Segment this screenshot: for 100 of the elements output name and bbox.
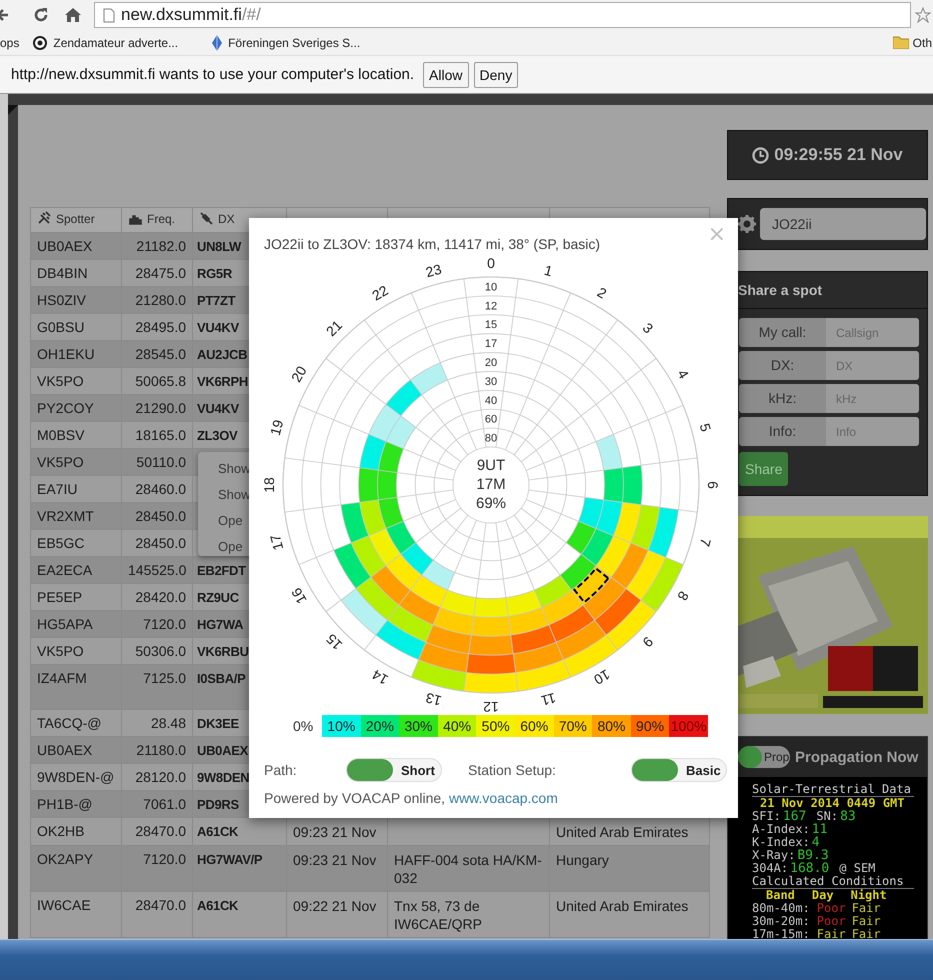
spotter-cell: PE5EP — [37, 589, 82, 605]
legend-item: 50% — [476, 715, 515, 737]
frequency-label: 15 — [484, 319, 498, 332]
frequency-label: 20 — [484, 357, 498, 369]
legend-item: 80% — [592, 715, 631, 737]
hour-label: 13 — [424, 690, 444, 710]
spotter-icon — [37, 211, 52, 226]
spotter-cell: OH1EKU — [37, 346, 95, 362]
toggle-switch[interactable]: Prop — [738, 746, 790, 768]
dx-cell: VK6RPH — [197, 374, 248, 389]
legend-item: 0% — [293, 718, 314, 734]
hour-label: 10 — [591, 666, 613, 688]
dx-icon — [199, 211, 214, 226]
time-cell: 09:23 21 Nov — [293, 852, 376, 868]
dx-cell: AU2JCB — [197, 347, 248, 362]
hour-label: 17 — [266, 532, 286, 552]
hour-label: 6 — [705, 481, 721, 489]
hour-label: 14 — [369, 666, 391, 688]
frequency-cell: 21180.0 — [136, 742, 186, 758]
hour-label: 9 — [640, 634, 656, 650]
dx-cell: A61CK — [197, 824, 238, 839]
frequency-cell: 7061.0 — [143, 796, 186, 812]
hour-label: 3 — [640, 320, 656, 336]
hour-label: 18 — [261, 477, 277, 493]
frequency-cell: 18165.0 — [135, 427, 186, 443]
hour-label: 15 — [322, 630, 346, 654]
frequency-cell: 50110.0 — [136, 454, 186, 470]
reload-icon[interactable] — [32, 6, 50, 24]
dx-cell: HG7WAV/P — [197, 852, 262, 867]
page-icon — [103, 8, 115, 22]
spotter-cell: M0BSV — [37, 427, 84, 443]
time-cell: 09:23 21 Nov — [293, 824, 376, 840]
locator-field[interactable]: JO22ii — [760, 208, 926, 240]
toggle-label: Station Setup: — [468, 762, 557, 778]
frequency-cell: 7120.0 — [143, 616, 186, 632]
corner-triangle-icon — [8, 105, 18, 115]
toggle-switch[interactable]: Basic — [631, 758, 727, 782]
spotter-cell: IW6CAE — [37, 897, 91, 913]
frequency-cell: 28545.0 — [135, 346, 186, 362]
hour-label: 20 — [288, 363, 310, 385]
solar-title: Solar-Terrestrial Data — [752, 783, 914, 797]
dx-cell: PD9RS — [197, 797, 239, 812]
spotter-cell: OK2APY — [37, 851, 94, 867]
country-cell: United Arab Emirates — [556, 898, 688, 914]
star-icon[interactable] — [915, 7, 931, 23]
legend-item: 90% — [630, 715, 670, 737]
hour-label: 4 — [674, 366, 692, 382]
diamond-icon — [212, 34, 222, 50]
dx-cell: VU4KV — [197, 401, 239, 416]
spotter-cell: HG5APA — [37, 616, 93, 632]
frequency-label: 17 — [484, 338, 498, 350]
address-field[interactable]: new.dxsummit.fi/#/ — [94, 2, 911, 28]
frequency-cell: 28420.0 — [135, 589, 186, 605]
legend-item: 100% — [669, 715, 708, 737]
legend-item: 60% — [514, 715, 554, 737]
spotter-cell: EA7IU — [37, 481, 78, 497]
frequency-cell: 28495.0 — [135, 319, 186, 335]
bookmark[interactable]: Zendamateur adverte... — [33, 36, 178, 50]
hour-label: 23 — [424, 260, 444, 280]
settings-icon[interactable] — [738, 215, 756, 233]
infobar-button[interactable]: Allow — [423, 62, 469, 88]
hour-label: 0 — [487, 255, 495, 271]
bookmark[interactable]: Föreningen Sveriges S... — [212, 34, 360, 50]
folder-icon — [892, 36, 909, 49]
spotter-cell: OK2HB — [37, 823, 84, 839]
frequency-label: 10 — [484, 281, 498, 294]
infobar-button[interactable]: Deny — [474, 62, 518, 88]
frequency-cell: 145525.0 — [128, 562, 186, 578]
reading-label: 304A: — [752, 861, 788, 875]
frequency-cell: 28120.0 — [135, 769, 186, 785]
center-label: 9UT — [476, 457, 506, 474]
spotter-cell: EB5GC — [37, 535, 84, 551]
frequency-label: 30 — [484, 376, 498, 388]
spotter-cell: PY2COY — [37, 400, 94, 416]
home-icon[interactable] — [64, 6, 82, 24]
frequency-cell: 21280.0 — [135, 292, 186, 308]
frequency-label: 40 — [484, 394, 498, 407]
bookmark[interactable]: ops — [0, 36, 20, 50]
bookmark[interactable]: Oth — [892, 36, 932, 50]
hour-label: 8 — [674, 588, 692, 604]
hour-label: 7 — [696, 536, 714, 548]
dx-cell: RZ9UC — [197, 590, 239, 605]
reading-value: 4 — [812, 835, 820, 850]
toggle-switch[interactable]: Short — [346, 758, 442, 782]
reading-label: K-Index: — [752, 835, 810, 849]
column-header: Day — [812, 888, 834, 902]
frequency-label: 12 — [484, 300, 498, 312]
frequency-cell: 28470.0 — [135, 897, 186, 913]
field-label: DX: — [739, 351, 826, 380]
condition-value: Poor — [816, 914, 846, 928]
spotter-cell: DB4BIN — [37, 265, 88, 281]
hour-label: 19 — [266, 418, 286, 438]
frequency-cell: 28470.0 — [135, 823, 186, 839]
link[interactable]: www.voacap.com — [448, 790, 558, 806]
frequency-cell: 50306.0 — [135, 643, 186, 659]
band-label: 80m-40m: — [752, 901, 810, 915]
column-header: Band — [766, 888, 795, 902]
reading-value: 83 — [840, 809, 856, 824]
back-icon[interactable] — [0, 7, 10, 23]
center-label: 69% — [476, 495, 506, 512]
